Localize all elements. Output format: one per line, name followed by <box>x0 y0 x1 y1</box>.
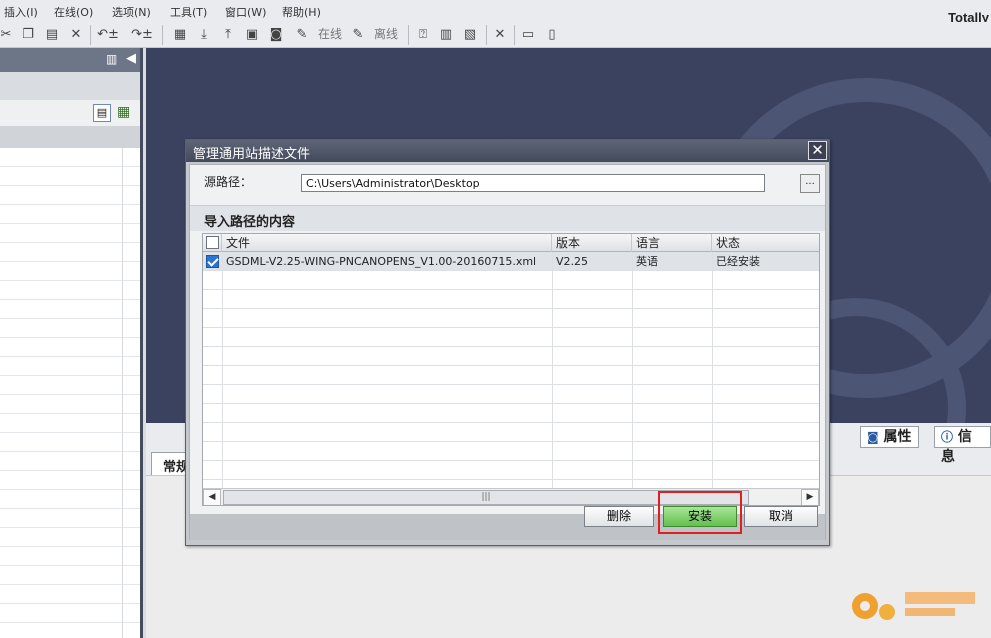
table-row-empty <box>203 290 819 309</box>
project-tree-subheader <box>0 72 140 100</box>
menu-insert[interactable]: 插入(I) <box>4 4 38 20</box>
toolbar-separator <box>514 25 515 45</box>
source-path-input[interactable] <box>301 174 765 192</box>
crossref-icon[interactable]: ▧ <box>462 26 478 43</box>
header-checkbox-cell <box>203 234 222 252</box>
row-status: 已经安装 <box>716 255 760 268</box>
table-row-empty <box>203 271 819 290</box>
table-row-empty <box>203 309 819 328</box>
import-content-section: 导入路径的内容 <box>190 205 825 231</box>
menu-window[interactable]: 窗口(W) <box>225 4 266 20</box>
menu-bar: 插入(I) 在线(O) 选项(N) 工具(T) 窗口(W) 帮助(H) Tota… <box>0 0 991 25</box>
go-online-icon[interactable]: ✎ <box>294 26 310 43</box>
split-horizontal-icon[interactable]: ▭ <box>520 26 536 43</box>
panel-layout-icon[interactable]: ▥ <box>106 52 117 66</box>
select-all-checkbox[interactable] <box>206 236 219 249</box>
dialog-body: 源路径： ... 导入路径的内容 文件 版本 语言 状态 GSDML-V2.25… <box>189 164 826 540</box>
column-divider <box>712 252 713 488</box>
column-header-version[interactable]: 版本 <box>552 234 632 252</box>
tab-properties[interactable]: ◙ 属性 <box>860 426 919 448</box>
table-row-empty <box>203 461 819 480</box>
row-file-name: GSDML-V2.25-WING-PNCANOPENS_V1.00-201607… <box>226 255 537 268</box>
cut-icon[interactable]: ✂ <box>0 26 12 43</box>
row-checkbox[interactable] <box>206 255 219 268</box>
column-header-file[interactable]: 文件 <box>222 234 552 252</box>
properties-tab-label: 属性 <box>883 429 912 445</box>
dialog-close-button[interactable]: ✕ <box>808 141 827 160</box>
project-tree-panel: ▥ ◀ ▤ ▦ <box>0 48 143 638</box>
diagnostics-icon[interactable]: ⍰ <box>414 26 432 43</box>
monitor-icon[interactable]: ▥ <box>438 26 454 43</box>
browse-button[interactable]: ... <box>800 174 820 193</box>
source-path-label: 源路径： <box>204 175 253 189</box>
cancel-button[interactable]: 取消 <box>744 506 818 527</box>
paste-icon[interactable]: ▤ <box>44 26 60 43</box>
project-tree-rows <box>0 148 140 638</box>
menu-tools[interactable]: 工具(T) <box>170 4 207 20</box>
properties-icon: ◙ <box>867 430 879 444</box>
delete-button[interactable]: 删除 <box>584 506 654 527</box>
scroll-right-icon[interactable]: ▶ <box>801 489 819 505</box>
project-tree-column-bar <box>0 126 140 148</box>
download-icon[interactable]: ⤓ <box>196 26 212 43</box>
delete-icon[interactable]: ✕ <box>68 26 84 43</box>
table-row-empty <box>203 404 819 423</box>
table-header: 文件 版本 语言 状态 <box>203 234 819 252</box>
toolbar-separator <box>90 25 91 45</box>
simulate-icon[interactable]: ▣ <box>244 26 260 43</box>
table-view-icon[interactable]: ▤ <box>93 104 111 122</box>
close-views-icon[interactable]: ✕ <box>492 26 508 43</box>
toolbar-separator <box>162 25 163 45</box>
scroll-left-icon[interactable]: ◀ <box>203 489 221 505</box>
section-title: 导入路径的内容 <box>204 215 296 230</box>
row-language: 英语 <box>636 255 658 268</box>
column-divider <box>222 252 223 488</box>
stop-icon[interactable]: ◙ <box>268 26 284 43</box>
menu-options[interactable]: 选项(N) <box>112 4 151 20</box>
go-offline-icon[interactable]: ✎ <box>350 26 366 43</box>
install-highlight-box <box>658 491 742 534</box>
watermark-logo-icon <box>852 592 975 620</box>
split-vertical-icon[interactable]: ▯ <box>544 26 560 43</box>
go-online-label[interactable]: 在线 <box>316 26 344 43</box>
table-row-empty <box>203 442 819 461</box>
table-row-empty <box>203 423 819 442</box>
upload-icon[interactable]: ⤒ <box>220 26 236 43</box>
undo-icon[interactable]: ↶± <box>96 26 120 43</box>
table-row-empty <box>203 385 819 404</box>
manage-gsd-dialog: 管理通用站描述文件 ✕ 源路径： ... 导入路径的内容 文件 版本 语言 状态… <box>185 139 830 546</box>
go-offline-label[interactable]: 离线 <box>372 26 400 43</box>
project-tree-toolbar: ▤ ▦ <box>0 100 140 126</box>
collapse-arrow-icon[interactable]: ◀ <box>126 51 136 66</box>
compile-icon[interactable]: ▦ <box>172 26 188 43</box>
redo-icon[interactable]: ↷± <box>130 26 154 43</box>
toolbar-separator <box>408 25 409 45</box>
project-tree-header: ▥ ◀ <box>0 48 140 72</box>
table-row-empty <box>203 328 819 347</box>
toolbar: ✂ ❐ ▤ ✕ ↶± ↷± ▦ ⤓ ⤒ ▣ ◙ ✎ 在线 ✎ 离线 ⍰ ▥ ▧ … <box>0 22 991 48</box>
dialog-titlebar: 管理通用站描述文件 ✕ <box>186 140 829 162</box>
info-icon: ⓘ <box>941 430 954 444</box>
table-row-empty <box>203 347 819 366</box>
copy-icon[interactable]: ❐ <box>20 26 36 43</box>
table-row-empty <box>203 366 819 385</box>
tab-info[interactable]: ⓘ 信息 <box>934 426 991 465</box>
column-divider <box>552 252 553 488</box>
table-row[interactable]: GSDML-V2.25-WING-PNCANOPENS_V1.00-201607… <box>203 252 819 271</box>
column-divider <box>632 252 633 488</box>
row-version: V2.25 <box>556 255 589 268</box>
column-header-language[interactable]: 语言 <box>632 234 712 252</box>
column-divider <box>122 148 123 638</box>
add-device-icon[interactable]: ▦ <box>117 104 130 120</box>
toolbar-separator <box>486 25 487 45</box>
menu-online[interactable]: 在线(O) <box>54 4 93 20</box>
column-header-status[interactable]: 状态 <box>712 234 819 252</box>
dialog-title: 管理通用站描述文件 <box>193 147 311 162</box>
menu-help[interactable]: 帮助(H) <box>282 4 321 20</box>
gsd-file-table: 文件 版本 语言 状态 GSDML-V2.25-WING-PNCANOPENS_… <box>202 233 820 506</box>
